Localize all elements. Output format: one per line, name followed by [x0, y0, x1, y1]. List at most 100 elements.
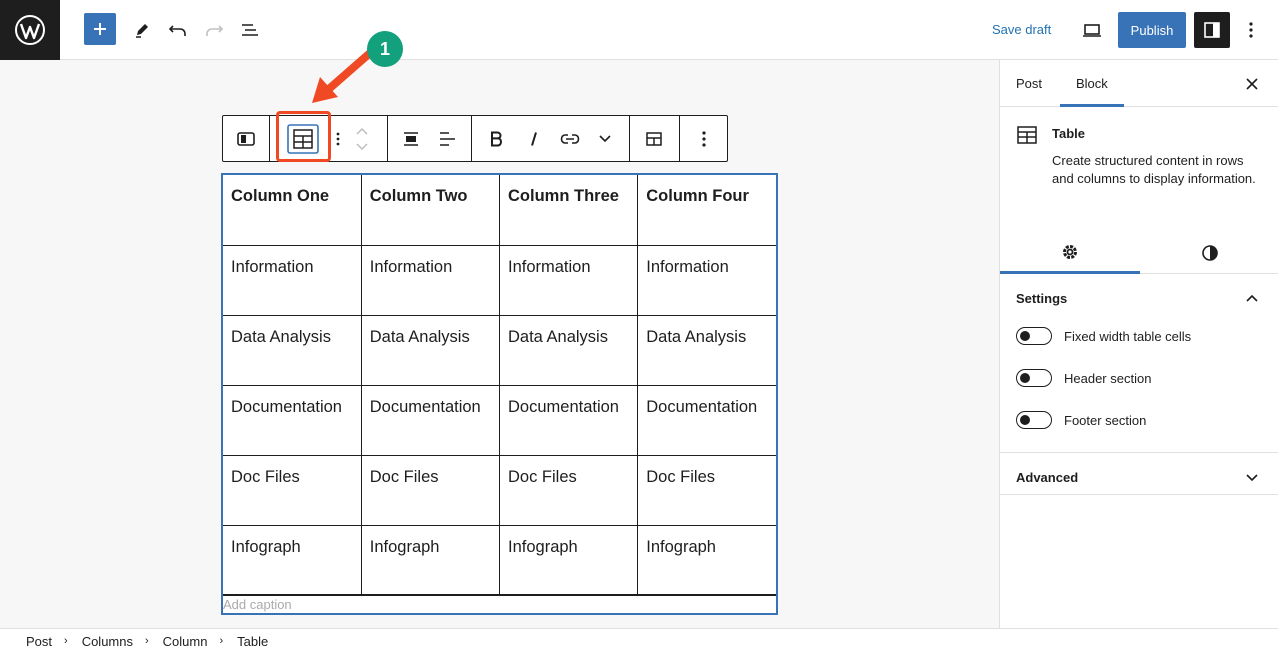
table-cell[interactable]: Column Two [360, 175, 501, 246]
toggle-label: Fixed width table cells [1064, 328, 1192, 344]
settings-sidebar-toggle[interactable] [1194, 12, 1230, 48]
table-cell[interactable]: Infograph [360, 524, 501, 596]
tools-button[interactable] [124, 12, 160, 48]
italic-button[interactable] [521, 116, 547, 161]
toolbar-separator [629, 116, 630, 161]
save-draft-button[interactable]: Save draft [980, 18, 1063, 42]
table-cell[interactable]: Information [498, 244, 639, 316]
fixed-width-cells-toggle-row: Fixed width table cells [1016, 326, 1191, 346]
link-button[interactable] [555, 116, 585, 161]
more-vertical-icon [702, 130, 706, 147]
table-header-row: Column One Column Two Column Three Colum… [223, 175, 776, 246]
breadcrumb-table: Table [237, 633, 269, 649]
bold-button[interactable] [483, 116, 509, 161]
table-cell[interactable]: Documentation [498, 384, 639, 456]
select-parent-block-button[interactable] [223, 116, 269, 161]
table-cell[interactable]: Documentation [637, 384, 776, 456]
table-row: Doc Files Doc Files Doc Files Doc Files [223, 454, 776, 526]
table-cell[interactable]: Information [637, 244, 776, 316]
table-cell[interactable]: Infograph [223, 524, 362, 596]
footer-section-toggle[interactable] [1016, 411, 1052, 429]
publish-button[interactable]: Publish [1118, 12, 1186, 48]
table-cell[interactable]: Column Four [637, 175, 776, 246]
tab-post[interactable]: Post [1016, 60, 1042, 107]
table-block[interactable]: Column One Column Two Column Three Colum… [221, 173, 778, 615]
table-row: Data Analysis Data Analysis Data Analysi… [223, 314, 776, 386]
more-vertical-icon [1249, 22, 1253, 38]
breadcrumb-columns[interactable]: Columns [82, 634, 133, 649]
table-cell[interactable]: Infograph [637, 524, 776, 596]
table-cell[interactable]: Doc Files [637, 454, 776, 526]
list-view-icon [242, 24, 258, 36]
block-options-button[interactable] [687, 116, 721, 161]
settings-panel-toggle[interactable] [1242, 288, 1262, 308]
table-cell[interactable]: Documentation [360, 384, 501, 456]
table-cell[interactable]: Documentation [223, 384, 362, 456]
settings-panel-title[interactable]: Settings [1016, 291, 1067, 306]
header-section-toggle[interactable] [1016, 369, 1052, 387]
table-cell[interactable]: Data Analysis [637, 314, 776, 386]
advanced-panel-title[interactable]: Advanced [1016, 470, 1078, 485]
fixed-width-cells-toggle[interactable] [1016, 327, 1052, 345]
chevron-right-icon: › [144, 635, 149, 647]
table-cell[interactable]: Information [223, 244, 362, 316]
table-cell[interactable]: Data Analysis [360, 314, 501, 386]
header-section-toggle-row: Header section [1016, 368, 1151, 388]
table-cell[interactable]: Infograph [498, 524, 639, 596]
drag-icon [336, 132, 340, 145]
gear-icon [1063, 244, 1077, 259]
block-inspector-tabs [1000, 232, 1278, 274]
add-block-button[interactable] [84, 13, 116, 45]
document-overview-button[interactable] [232, 12, 268, 48]
tab-settings[interactable] [1000, 232, 1140, 274]
table-caption-input[interactable]: Add caption [223, 594, 776, 615]
italic-icon [531, 131, 537, 146]
table-edit-icon [646, 131, 662, 146]
tab-block[interactable]: Block [1060, 60, 1124, 107]
align-center-icon [404, 131, 418, 146]
wordpress-icon [15, 15, 45, 45]
table-cell[interactable]: Column Three [498, 175, 639, 246]
undo-button[interactable] [160, 12, 196, 48]
toolbar-separator [269, 116, 270, 161]
options-button[interactable] [1234, 12, 1268, 48]
drag-handle[interactable] [331, 116, 345, 161]
close-icon [1246, 78, 1258, 90]
breadcrumb-column[interactable]: Column [163, 634, 208, 649]
table-cell[interactable]: Information [360, 244, 501, 316]
block-card-description: Create structured content in rows and co… [1052, 153, 1256, 186]
pencil-icon [136, 24, 148, 38]
chevron-right-icon: › [219, 635, 224, 647]
breadcrumb-post[interactable]: Post [26, 634, 52, 649]
preview-button[interactable] [1074, 12, 1110, 48]
advanced-panel-toggle[interactable] [1242, 468, 1262, 488]
edit-table-button[interactable] [637, 116, 671, 161]
tab-styles[interactable] [1140, 232, 1278, 274]
table-icon [1017, 126, 1037, 144]
toggle-label: Header section [1064, 370, 1152, 386]
table-cell[interactable]: Data Analysis [223, 314, 362, 386]
annotation-highlight-box [276, 111, 331, 162]
table-cell[interactable]: Doc Files [360, 454, 501, 526]
move-up-down-buttons[interactable] [349, 116, 375, 161]
columns-icon [237, 131, 255, 146]
close-sidebar-button[interactable] [1240, 72, 1264, 96]
more-rich-text-button[interactable] [591, 116, 619, 161]
data-table: Column One Column Two Column Three Colum… [223, 175, 776, 596]
align-button[interactable] [395, 116, 427, 161]
chevron-up-down-icon [356, 127, 368, 150]
table-cell[interactable]: Doc Files [498, 454, 639, 526]
chevron-down-icon [1246, 474, 1258, 482]
toolbar-separator [387, 116, 388, 161]
table-cell[interactable]: Data Analysis [498, 314, 639, 386]
redo-button[interactable] [196, 12, 232, 48]
block-breadcrumb: Post › Columns › Column › Table [0, 628, 1278, 653]
table-row: Information Information Information Info… [223, 244, 776, 316]
annotation-step-badge: 1 [367, 31, 403, 67]
panel-divider [1000, 494, 1278, 495]
text-align-button[interactable] [431, 116, 463, 161]
wordpress-logo-button[interactable] [0, 0, 60, 60]
table-cell[interactable]: Doc Files [223, 454, 362, 526]
table-cell[interactable]: Column One [223, 175, 362, 246]
link-icon [560, 133, 580, 144]
